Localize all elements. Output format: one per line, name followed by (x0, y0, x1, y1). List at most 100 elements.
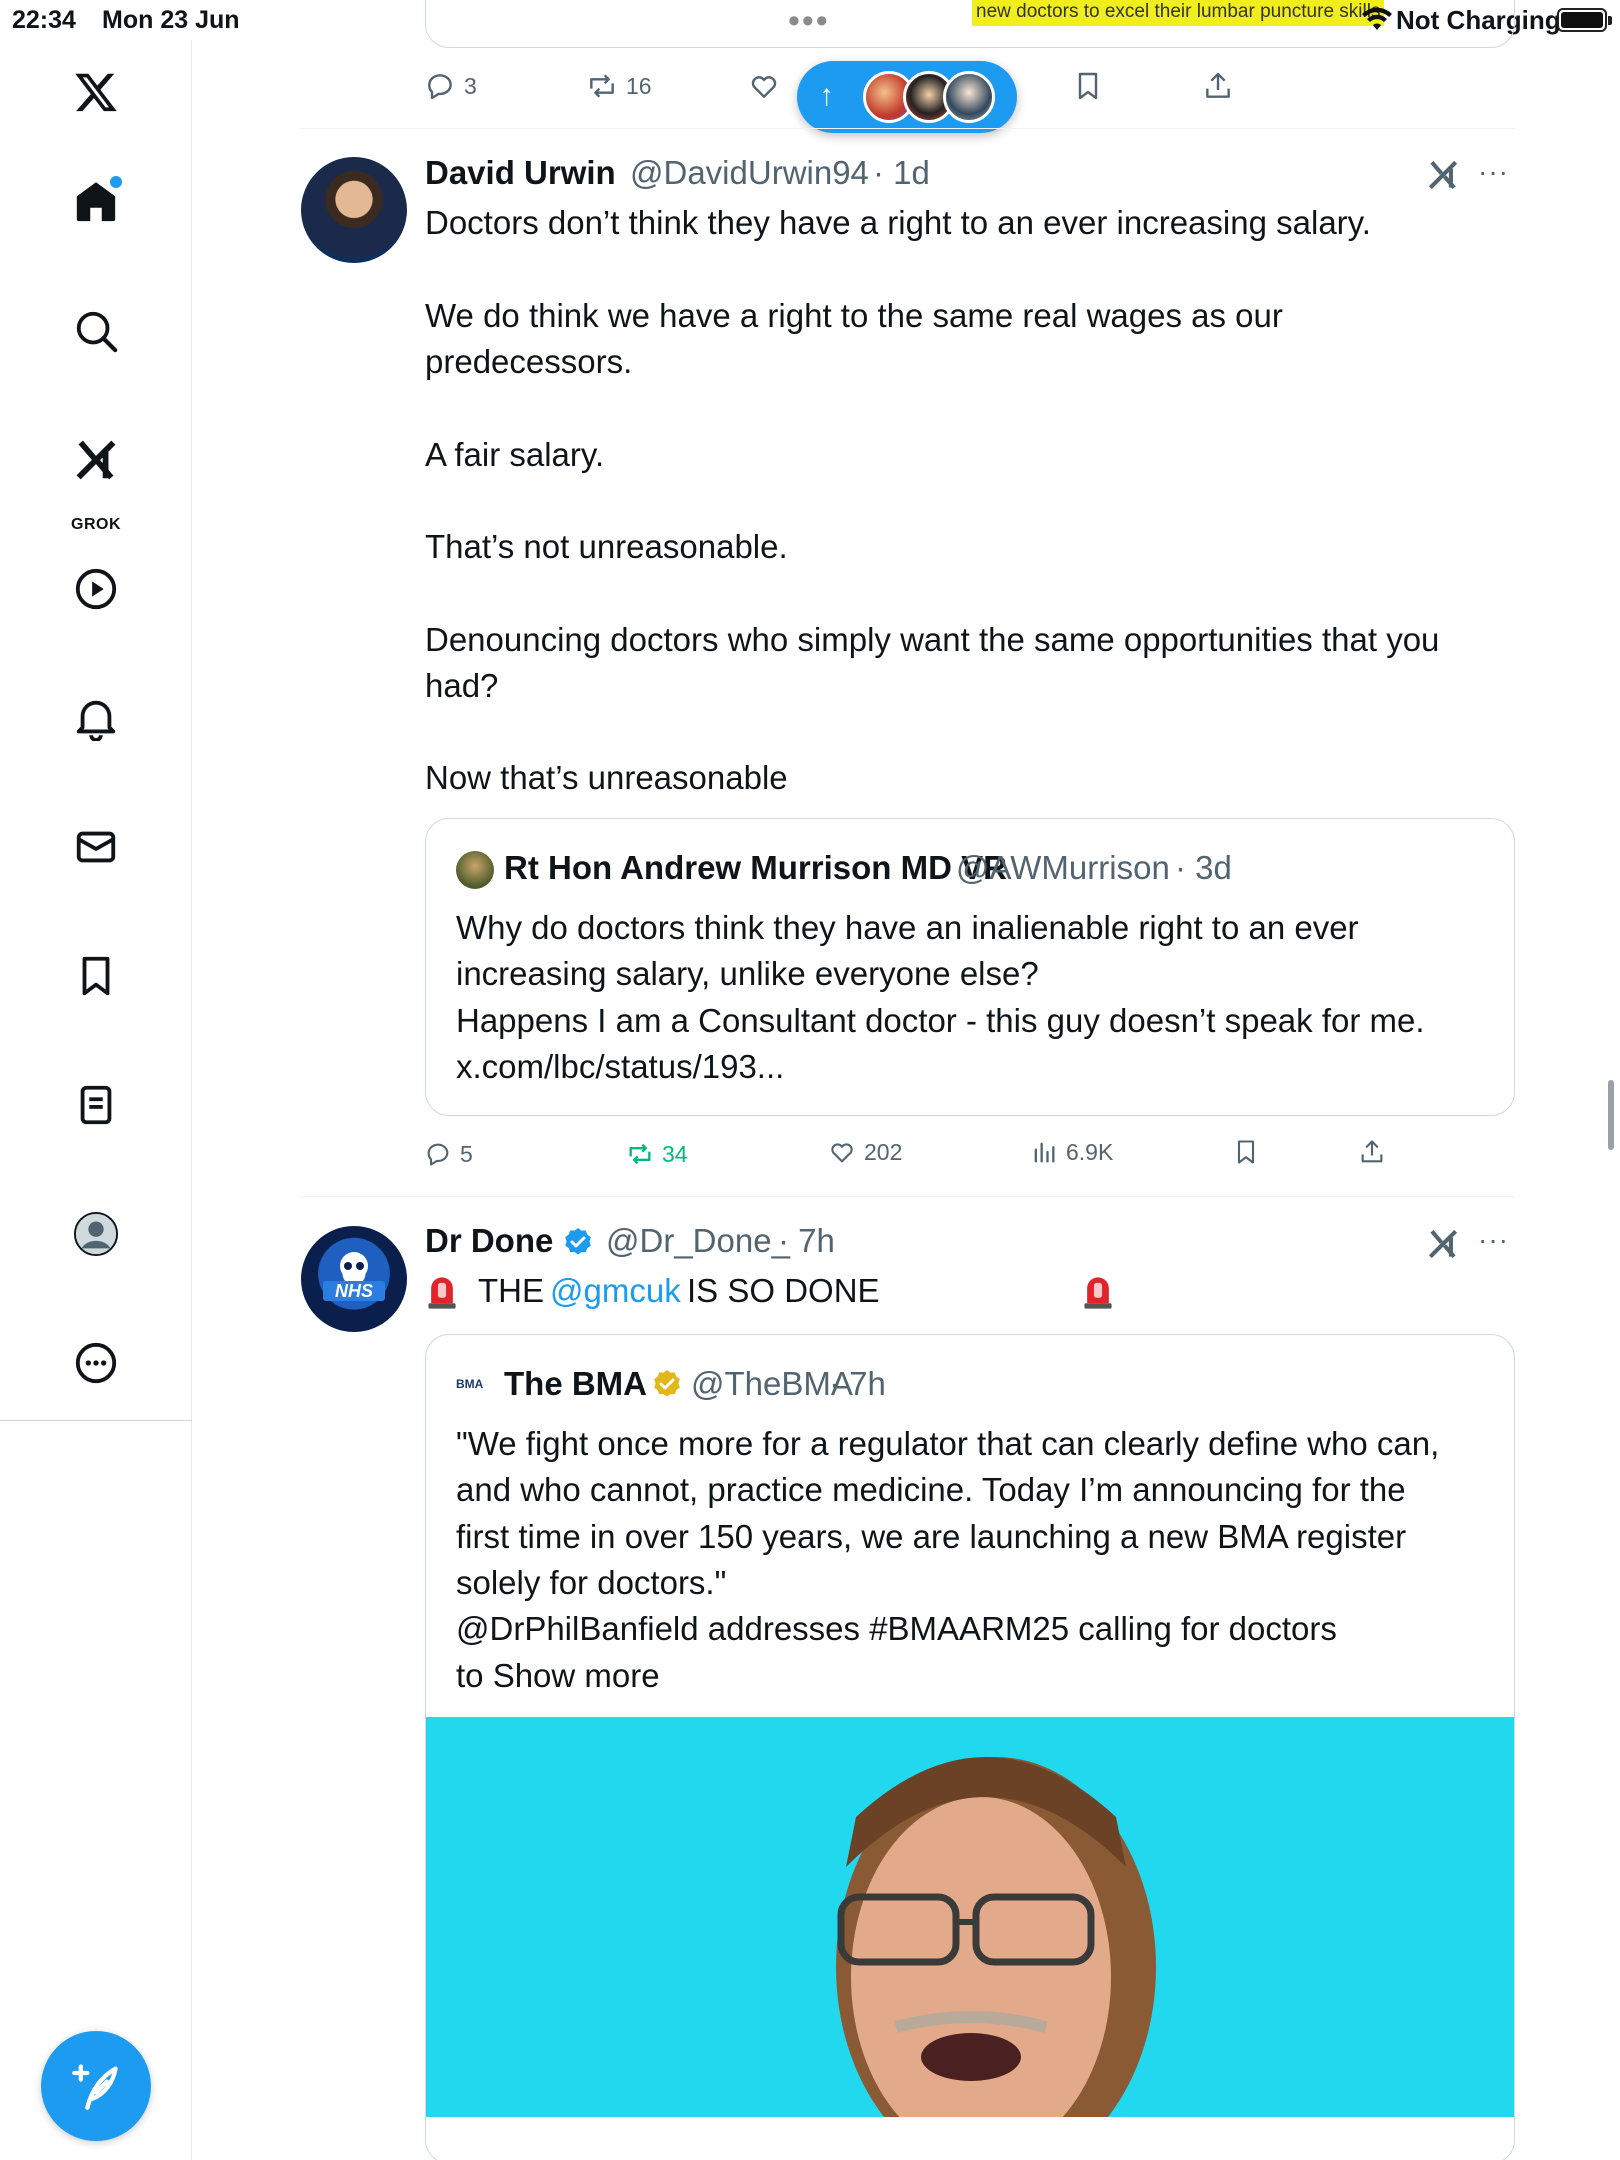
bookmark-icon (1078, 72, 1098, 100)
verified-badge-icon (565, 1228, 591, 1255)
reply-icon (427, 1143, 449, 1166)
quote-text-line: and who cannot, practice medicine. Today… (456, 1471, 1406, 1508)
grok-explain-icon[interactable] (1424, 156, 1462, 194)
tweet-text-line: That’s not unreasonable. (425, 528, 788, 565)
tweet-text-line: Now that’s unreasonable (425, 759, 788, 796)
status-time: 22:34 (12, 6, 76, 34)
feather-plus-icon (72, 2064, 118, 2110)
heart-icon (831, 1143, 853, 1163)
more-options-icon[interactable]: ··· (1478, 156, 1509, 188)
quote-author-handle: @AWMurrison (956, 849, 1170, 886)
views-count: 6.9K (1066, 1138, 1114, 1165)
reply-count: 3 (464, 72, 477, 99)
tweet-time[interactable]: · 1d (873, 154, 930, 192)
home-icon[interactable] (64, 170, 128, 234)
scrollbar-thumb[interactable] (1608, 1080, 1614, 1150)
share-button[interactable] (1358, 1138, 1386, 1166)
mention-link[interactable]: @gmcuk (550, 1268, 681, 1315)
quote-text-line: first time in over 150 years, we are lau… (456, 1518, 1407, 1555)
new-posts-pill[interactable]: ↑ (797, 61, 1017, 133)
tweet-text-before: THE (478, 1272, 544, 1309)
siren-emoji-icon (428, 1277, 456, 1309)
quoted-tweet[interactable]: Rt Hon Andrew Murrison MD VR @AWMurrison… (425, 818, 1515, 1116)
new-post-avatar (943, 71, 995, 123)
author-handle[interactable]: @DavidUrwin94 (630, 154, 869, 192)
reply-button[interactable]: 5 (424, 1140, 473, 1168)
views-chart-icon (1034, 1142, 1055, 1163)
grok-explain-icon[interactable] (1424, 1225, 1462, 1263)
more-options-icon[interactable] (64, 1331, 128, 1395)
bookmark-button[interactable] (1072, 70, 1104, 102)
bookmark-icon (1237, 1140, 1255, 1164)
quote-text-line: solely for doctors." (456, 1564, 727, 1601)
previous-tweet-quote-card[interactable] (425, 0, 1515, 48)
more-options-icon[interactable]: ··· (1478, 1224, 1509, 1256)
tweet-text-line: Denouncing doctors who simply want the s… (425, 621, 1440, 658)
grok-icon[interactable] (64, 428, 128, 492)
repost-count: 16 (626, 72, 652, 99)
home-unread-dot (110, 176, 122, 188)
share-icon (1206, 72, 1230, 98)
quoted-tweet[interactable]: BMA The BMA @TheBMA · 7h "We fight once … (425, 1334, 1515, 2160)
like-count: 202 (864, 1138, 903, 1165)
quote-time: · 3d (1175, 849, 1232, 886)
repost-button[interactable]: 16 (586, 70, 652, 102)
tweet-text-line: predecessors. (425, 343, 633, 380)
gold-verified-badge-icon (654, 1370, 680, 1397)
speaker-video-frame (836, 1757, 1156, 2117)
lists-icon[interactable] (64, 1073, 128, 1137)
quote-time: · 7h (829, 1365, 886, 1402)
repost-icon (590, 74, 614, 98)
reply-icon (428, 74, 452, 100)
share-icon (1361, 1140, 1383, 1163)
sidebar-divider (0, 1420, 192, 1421)
quote-text-line: "We fight once more for a regulator that… (456, 1425, 1440, 1462)
author-name[interactable]: Dr Done (425, 1222, 553, 1260)
video-play-icon[interactable] (64, 557, 128, 621)
skull-nhs-icon: NHS (323, 1252, 385, 1301)
notifications-bell-icon[interactable] (64, 686, 128, 750)
grok-label: GROK (71, 516, 121, 533)
quote-author-name: The BMA (504, 1365, 647, 1402)
x-logo-icon[interactable] (64, 60, 128, 124)
arrow-up-icon: ↑ (819, 79, 834, 112)
quote-text-line: increasing salary, unlike everyone else? (456, 955, 1039, 992)
messages-envelope-icon[interactable] (64, 815, 128, 879)
sidebar: GROK (0, 40, 192, 2160)
tweet-text-line: We do think we have a right to the same … (425, 297, 1283, 334)
quote-text-line: @DrPhilBanfield addresses #BMAARM25 call… (456, 1610, 1337, 1647)
quote-link[interactable]: x.com/lbc/status/193... (456, 1044, 784, 1091)
avatar[interactable]: NHS (301, 1226, 407, 1332)
reply-count: 5 (460, 1140, 473, 1167)
repost-count: 34 (662, 1140, 688, 1167)
tweet-time[interactable]: · 7h (778, 1222, 835, 1260)
bma-logo: BMA (456, 1377, 484, 1391)
reply-button[interactable]: 3 (424, 70, 477, 102)
views-button[interactable]: 6.9K (1030, 1138, 1113, 1166)
avatar[interactable] (301, 157, 407, 263)
tweet-divider (300, 128, 1515, 129)
repost-button[interactable]: 34 (626, 1140, 688, 1168)
quote-text-show-more[interactable]: to Show more (456, 1653, 660, 1700)
bookmarks-icon[interactable] (64, 944, 128, 1008)
author-handle[interactable]: @Dr_Done_ (606, 1222, 790, 1260)
svg-text:NHS: NHS (335, 1281, 373, 1301)
tweet-divider (300, 1196, 1515, 1197)
repost-icon (629, 1143, 651, 1165)
author-name[interactable]: David Urwin (425, 154, 616, 192)
like-button[interactable]: 202 (828, 1138, 902, 1166)
profile-avatar-icon[interactable] (64, 1202, 128, 1266)
timeline-feed: 3 16 ↑ David Urwin @DavidUrwin94 · 1d ··… (192, 0, 1620, 2160)
quote-text-line: Happens I am a Consultant doctor - this … (456, 1002, 1425, 1039)
like-button[interactable] (748, 70, 780, 102)
tweet-text-after: IS SO DONE (687, 1272, 880, 1309)
tweet-text-line: Doctors don’t think they have a right to… (425, 204, 1371, 241)
compose-post-button[interactable] (41, 2031, 151, 2141)
tweet-text-line: A fair salary. (425, 436, 605, 473)
heart-icon (751, 76, 777, 98)
quote-avatar (456, 851, 494, 889)
share-button[interactable] (1202, 70, 1234, 102)
video-media[interactable] (426, 1717, 1514, 2117)
bookmark-button[interactable] (1232, 1138, 1260, 1166)
explore-search-icon[interactable] (64, 299, 128, 363)
